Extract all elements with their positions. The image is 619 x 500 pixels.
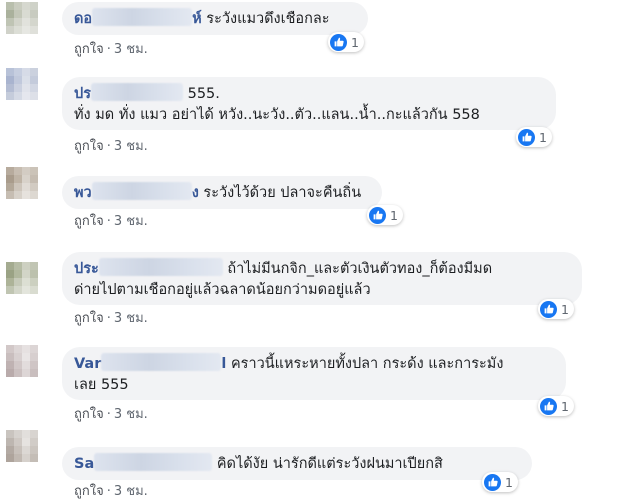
comment-bubble: Sa คิดได้งัย น่ารักดีแต่ระวังฝนมาเปียกสิ [62, 447, 532, 480]
comment-text-line1: 555. [187, 86, 220, 102]
thumbs-up-icon [540, 397, 557, 415]
name-redaction [98, 258, 223, 276]
like-link[interactable]: ถูกใจ [74, 214, 104, 229]
commenter-name[interactable]: ประ [74, 258, 223, 277]
name-redaction [101, 353, 222, 371]
commenter-name[interactable]: พวง [74, 182, 199, 201]
timestamp[interactable]: 3 ชม. [114, 311, 148, 326]
like-link[interactable]: ถูกใจ [74, 139, 104, 154]
comment-text-line2: ด่ายไปตามเชือกอยู่แล้วฉลาดน้อยกว่ามดอยู่… [74, 282, 371, 298]
avatar[interactable] [6, 2, 38, 34]
comment-text: ระวังไว้ด้วย ปลาจะคืนถิ่น [203, 185, 362, 201]
like-link[interactable]: ถูกใจ [74, 311, 104, 326]
comment-meta: ถูกใจ · 3 ชม. [74, 311, 148, 326]
timestamp[interactable]: 3 ชม. [114, 214, 148, 229]
name-redaction [94, 453, 213, 471]
reaction-count[interactable]: 1 [367, 205, 403, 225]
commenter-name[interactable]: Var l [74, 353, 226, 372]
commenter-name[interactable]: ปร [74, 83, 183, 102]
reaction-count[interactable]: 1 [482, 472, 518, 492]
reaction-count[interactable]: 1 [538, 396, 574, 416]
like-link[interactable]: ถูกใจ [74, 484, 104, 499]
reaction-count[interactable]: 1 [516, 127, 552, 147]
comment-meta: ถูกใจ · 3 ชม. [74, 484, 148, 499]
name-redaction [91, 182, 192, 200]
thumbs-up-icon [330, 33, 347, 51]
timestamp[interactable]: 3 ชม. [114, 407, 148, 422]
comment-meta: ถูกใจ · 3 ชม. [74, 214, 148, 229]
comment-bubble: ประ ถ้าไม่มีนกจิก_และตัวเงินตัวทอง_ก็ต้อ… [62, 252, 582, 305]
thumbs-up-icon [369, 206, 386, 224]
comment-text-line1: ถ้าไม่มีนกจิก_และตัวเงินตัวทอง_ก็ต้องมีม… [227, 261, 493, 277]
like-link[interactable]: ถูกใจ [74, 42, 104, 57]
comment-meta: ถูกใจ · 3 ชม. [74, 139, 148, 154]
comment-bubble: พวง ระวังไว้ด้วย ปลาจะคืนถิ่น [62, 176, 382, 209]
comment-bubble: ดอ ห์ ระวังแมวดึงเชือกละ [62, 2, 368, 35]
comment-meta: ถูกใจ · 3 ชม. [74, 42, 148, 57]
comment-bubble: Var l คราวนี้แหระหายทั้งปลา กระด้ง และการ… [62, 347, 566, 400]
reaction-count[interactable]: 1 [538, 299, 574, 319]
commenter-name[interactable]: Sa [74, 453, 213, 472]
comment-bubble: ปร 555. ทั่ง มด ทั่ง แมว อย่าได้ หวัง..น… [62, 77, 556, 130]
comment-text-line2: ทั่ง มด ทั่ง แมว อย่าได้ หวัง..นะวัง..ตั… [74, 107, 480, 123]
avatar[interactable] [6, 345, 38, 377]
timestamp[interactable]: 3 ชม. [114, 139, 148, 154]
like-link[interactable]: ถูกใจ [74, 407, 104, 422]
timestamp[interactable]: 3 ชม. [114, 484, 148, 499]
timestamp[interactable]: 3 ชม. [114, 42, 148, 57]
thumbs-up-icon [518, 128, 535, 146]
comment-text-line1: คราวนี้แหระหายทั้งปลา กระด้ง และการะมัง [230, 356, 504, 372]
avatar[interactable] [6, 262, 38, 294]
avatar[interactable] [6, 430, 38, 462]
avatar[interactable] [6, 167, 38, 199]
comment-text: คิดได้งัย น่ารักดีแต่ระวังฝนมาเปียกสิ [216, 456, 443, 472]
reaction-count[interactable]: 1 [328, 32, 364, 52]
comment-meta: ถูกใจ · 3 ชม. [74, 407, 148, 422]
comment-text: ระวังแมวดึงเชือกละ [206, 11, 330, 27]
thumbs-up-icon [484, 473, 501, 491]
name-redaction [92, 8, 193, 26]
comment-text-line2: เลย 555 [74, 377, 129, 393]
avatar[interactable] [6, 68, 38, 100]
name-redaction [91, 83, 183, 101]
commenter-name[interactable]: ดอ ห์ [74, 8, 202, 27]
thumbs-up-icon [540, 300, 557, 318]
